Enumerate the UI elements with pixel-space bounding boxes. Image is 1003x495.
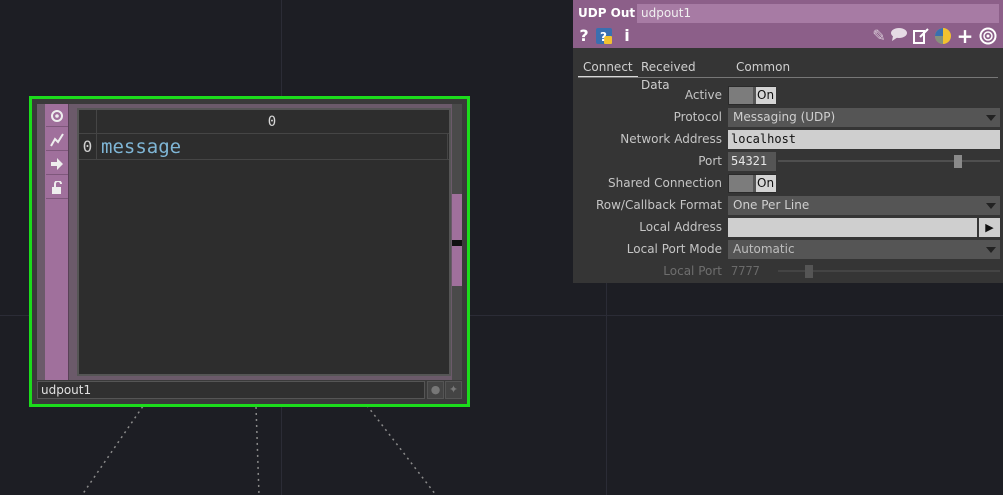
param-label: Port	[698, 154, 722, 168]
table-row[interactable]: 0 message	[79, 134, 449, 160]
play-arrow-icon[interactable]: ▶	[979, 218, 1000, 237]
table-cell[interactable]: message	[101, 134, 181, 160]
panel-header: UDP Out udpout1 ? ? i ✎ +	[573, 0, 1003, 48]
tab-connect[interactable]: Connect	[578, 58, 638, 78]
local-address-field[interactable]	[728, 218, 977, 237]
param-local-port: Local Port 7777	[573, 260, 1003, 282]
toggle-value: On	[756, 87, 776, 104]
operator-name-field[interactable]: udpout1	[637, 4, 999, 23]
bypass-arrow-icon	[51, 157, 63, 170]
pencil-icon[interactable]: ✎	[869, 27, 889, 45]
param-row-callback-format: Row/Callback Format One Per Line	[573, 194, 1003, 216]
strip-segment	[452, 286, 462, 380]
strip-marker	[452, 240, 462, 246]
dropdown-value: One Per Line	[733, 198, 810, 212]
node-body: 0 0 message	[37, 104, 462, 380]
node-right-strip[interactable]	[452, 104, 462, 380]
bypass-arrow-icon[interactable]	[46, 153, 68, 175]
param-local-port-mode: Local Port Mode Automatic	[573, 238, 1003, 260]
render-flag-icon[interactable]: ✦	[445, 381, 462, 399]
toggle-value: On	[756, 175, 776, 192]
param-network-address: Network Address localhost	[573, 128, 1003, 150]
python-icon	[935, 28, 951, 44]
toggle-knob	[729, 87, 753, 104]
edit-docs-icon	[913, 28, 929, 44]
param-port: Port 54321	[573, 150, 1003, 172]
row-callback-format-dropdown[interactable]: One Per Line	[728, 196, 1000, 215]
tab-received-data[interactable]: Received Data	[641, 58, 696, 92]
operator-node[interactable]: 0 0 message udpout1 ● ✦	[29, 96, 470, 407]
target-icon	[979, 27, 997, 45]
edit-docs-icon[interactable]	[911, 27, 931, 45]
local-port-field: 7777	[731, 264, 760, 278]
operator-type-label: UDP Out	[578, 6, 636, 20]
info-icon[interactable]: i	[617, 27, 637, 45]
tab-underline	[578, 77, 998, 78]
chevron-down-icon	[986, 203, 996, 209]
viewer-toggle-icon	[51, 109, 63, 122]
protocol-dropdown[interactable]: Messaging (UDP)	[728, 108, 1000, 127]
export-flag-icon	[50, 132, 64, 146]
param-local-address: Local Address ▶	[573, 216, 1003, 238]
param-active: Active On	[573, 84, 1003, 106]
dropdown-value: Messaging (UDP)	[733, 110, 836, 124]
svg-text:?: ?	[600, 30, 607, 44]
port-slider-handle[interactable]	[954, 155, 962, 168]
column-header: 0	[267, 114, 277, 130]
port-slider[interactable]	[778, 160, 1000, 162]
target-icon[interactable]	[978, 27, 998, 45]
local-port-slider-handle	[805, 265, 813, 278]
cell-divider	[447, 134, 448, 160]
viewer-toggle-icon[interactable]	[46, 105, 68, 127]
comment-icon[interactable]	[889, 27, 909, 45]
table-viewer[interactable]: 0 0 message	[77, 108, 451, 376]
param-label: Row/Callback Format	[595, 198, 722, 212]
row-index: 0	[79, 134, 97, 160]
tab-common[interactable]: Common	[736, 58, 790, 78]
table-header-row: 0	[79, 110, 449, 134]
export-flag-icon[interactable]	[46, 129, 68, 151]
param-protocol: Protocol Messaging (UDP)	[573, 106, 1003, 128]
param-label: Active	[684, 88, 722, 102]
param-shared-connection: Shared Connection On	[573, 172, 1003, 194]
comment-icon	[891, 28, 907, 41]
node-name-field[interactable]: udpout1	[37, 381, 425, 399]
chevron-down-icon	[986, 115, 996, 121]
param-label: Local Port Mode	[626, 242, 722, 256]
chevron-down-icon	[986, 247, 996, 253]
param-label: Protocol	[673, 110, 722, 124]
toggle-knob	[729, 175, 753, 192]
param-label: Local Port	[663, 264, 722, 278]
python-help-icon[interactable]: ?	[594, 27, 614, 45]
add-icon[interactable]: +	[955, 26, 975, 46]
shared-connection-toggle[interactable]: On	[728, 174, 776, 193]
node-button-strip	[45, 104, 69, 380]
python-help-icon: ?	[596, 28, 612, 44]
dropdown-value: Automatic	[733, 242, 795, 256]
param-label: Shared Connection	[608, 176, 722, 190]
local-port-mode-dropdown[interactable]: Automatic	[728, 240, 1000, 259]
param-label: Network Address	[620, 132, 722, 146]
active-toggle[interactable]: On	[728, 86, 776, 105]
help-icon[interactable]: ?	[574, 27, 594, 45]
port-field[interactable]: 54321	[728, 152, 776, 171]
lock-icon[interactable]	[46, 177, 68, 199]
corner-cell	[79, 110, 97, 134]
parameter-panel: UDP Out udpout1 ? ? i ✎ + Connect Receiv…	[573, 0, 1003, 283]
strip-segment	[452, 104, 462, 194]
display-flag-icon[interactable]: ●	[427, 381, 444, 399]
param-label: Local Address	[639, 220, 722, 234]
python-icon[interactable]	[933, 27, 953, 45]
network-address-field[interactable]: localhost	[728, 130, 1000, 149]
lock-icon	[52, 180, 62, 194]
